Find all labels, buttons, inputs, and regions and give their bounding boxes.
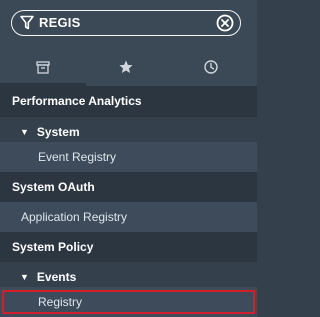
app-system-oauth[interactable]: System OAuth bbox=[0, 172, 257, 202]
section-label: System bbox=[36, 125, 80, 139]
application-navigator: REGIS Performance Analytics ▼ System Eve… bbox=[0, 0, 257, 317]
filter-area: REGIS bbox=[0, 0, 257, 52]
caret-down-icon: ▼ bbox=[20, 127, 29, 137]
navigator-tabs bbox=[0, 52, 257, 86]
filter-input[interactable]: REGIS bbox=[11, 10, 241, 36]
filter-funnel-icon bbox=[20, 15, 34, 30]
archive-box-icon bbox=[36, 61, 50, 74]
app-system-policy[interactable]: System Policy bbox=[0, 232, 257, 262]
tab-history[interactable] bbox=[201, 57, 221, 77]
module-label: Event Registry bbox=[38, 150, 117, 164]
tab-favorites[interactable] bbox=[116, 57, 136, 77]
module-label: Application Registry bbox=[21, 210, 128, 224]
app-performance-analytics[interactable]: Performance Analytics bbox=[0, 86, 257, 116]
module-registry[interactable]: Registry bbox=[0, 287, 257, 317]
app-label: System OAuth bbox=[12, 180, 95, 194]
module-label: Registry bbox=[38, 295, 83, 309]
section-label: Events bbox=[36, 270, 77, 284]
clear-circle-x-icon[interactable] bbox=[216, 14, 234, 32]
module-application-registry[interactable]: Application Registry bbox=[0, 202, 257, 232]
app-label: Performance Analytics bbox=[12, 94, 142, 108]
clock-history-icon bbox=[204, 60, 218, 74]
filter-value[interactable]: REGIS bbox=[39, 15, 80, 30]
caret-down-icon: ▼ bbox=[20, 272, 29, 282]
tab-all-applications[interactable] bbox=[33, 57, 53, 77]
star-icon bbox=[119, 60, 133, 73]
module-event-registry[interactable]: Event Registry bbox=[0, 142, 257, 172]
app-label: System Policy bbox=[12, 240, 94, 254]
